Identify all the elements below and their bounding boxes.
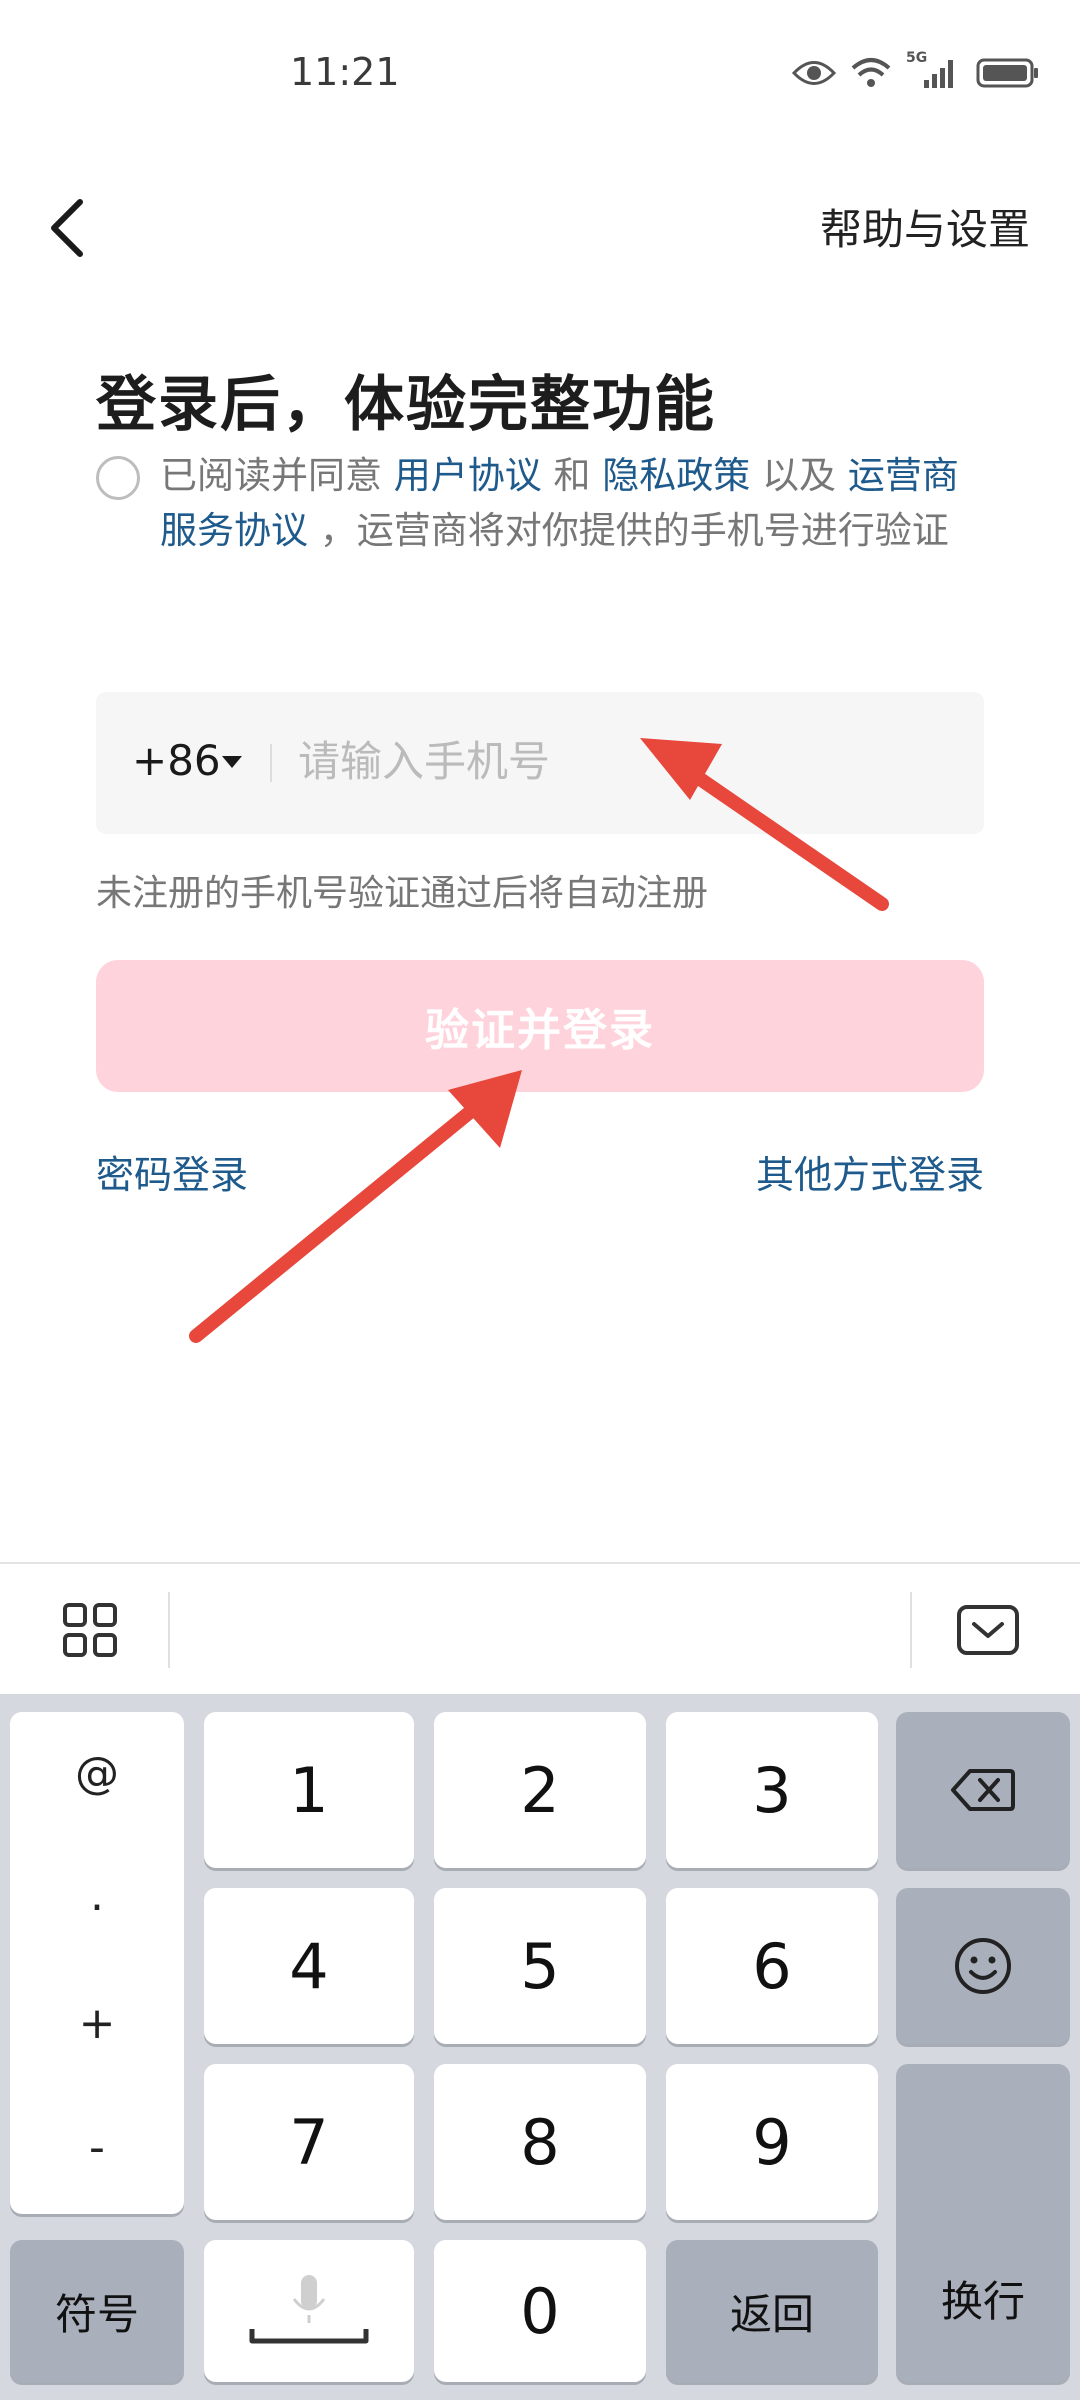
newline-label: 换行 [940,2276,1025,2326]
space-key[interactable] [204,2240,414,2382]
other-login-link[interactable]: 其他方式登录 [756,1144,984,1199]
back-button[interactable] [40,186,100,266]
key-2[interactable]: 2 [434,1712,646,1868]
eye-icon [792,61,836,85]
agreement-checkbox[interactable] [96,456,140,500]
cellular-signal-icon: 5G [906,50,962,90]
emoji-key[interactable] [896,1888,1070,2044]
key-4[interactable]: 4 [204,1888,414,2044]
key-dot[interactable]: . [10,1870,184,1921]
key-1[interactable]: 1 [204,1712,414,1868]
divider [270,744,272,782]
privacy-policy-link[interactable]: 隐私政策 [602,454,750,497]
arrow-to-login-button [189,1070,522,1343]
key-0[interactable]: 0 [434,2240,646,2382]
key-minus[interactable]: - [10,2122,184,2173]
page-title: 登录后，体验完整功能 [96,370,716,440]
battery-icon [976,58,1038,88]
auto-register-hint: 未注册的手机号验证通过后将自动注册 [96,873,709,914]
smiley-icon [955,1938,1011,1994]
agreement-and2: 以及 [750,454,848,497]
phone-input-box: +86 [96,692,984,834]
key-at[interactable]: @ [10,1748,184,1799]
symbol-column-key[interactable]: @ . + - [10,1712,184,2214]
help-settings-link[interactable]: 帮助与设置 [820,196,1030,257]
user-agreement-link[interactable]: 用户协议 [394,454,542,497]
newline-key[interactable]: 换行 [896,2064,1070,2382]
agreement-prefix: 已阅读并同意 [160,454,394,497]
key-6[interactable]: 6 [666,1888,878,2044]
divider [910,1592,912,1668]
agreement-text: 已阅读并同意 用户协议 和 隐私政策 以及 运营商服务协议 ，运营商将对你提供的… [160,448,960,558]
key-plus[interactable]: + [10,1998,184,2049]
wifi-icon [851,58,891,87]
key-9[interactable]: 9 [666,2064,878,2220]
keyboard-toolbar [0,1562,1080,1696]
password-login-link[interactable]: 密码登录 [96,1144,248,1199]
divider [168,1592,170,1668]
status-icons: 5G [792,50,1040,90]
agreement-and: 和 [541,454,603,497]
chevron-left-icon [51,199,83,257]
keyboard-hide-icon[interactable] [956,1604,1020,1656]
key-7[interactable]: 7 [204,2064,414,2220]
numeric-keyboard: @ . + - 1 2 3 4 5 6 7 8 9 换行 符号 0 返回 [0,1694,1080,2400]
symbols-key[interactable]: 符号 [10,2240,184,2382]
key-8[interactable]: 8 [434,2064,646,2220]
return-key[interactable]: 返回 [666,2240,878,2382]
country-code-selector[interactable]: +86 [132,736,221,785]
verify-login-button[interactable]: 验证并登录 [96,960,984,1092]
microphone-space-icon [249,2275,369,2344]
key-5[interactable]: 5 [434,1888,646,2044]
caret-down-icon[interactable] [222,756,242,768]
grid-menu-icon[interactable] [62,1602,118,1658]
agreement-suffix: ，运营商将对你提供的手机号进行验证 [308,509,949,552]
phone-number-input[interactable] [296,730,940,792]
backspace-icon [951,1769,1015,1811]
backspace-key[interactable] [896,1712,1070,1868]
status-time: 11:21 [290,50,400,94]
key-3[interactable]: 3 [666,1712,878,1868]
